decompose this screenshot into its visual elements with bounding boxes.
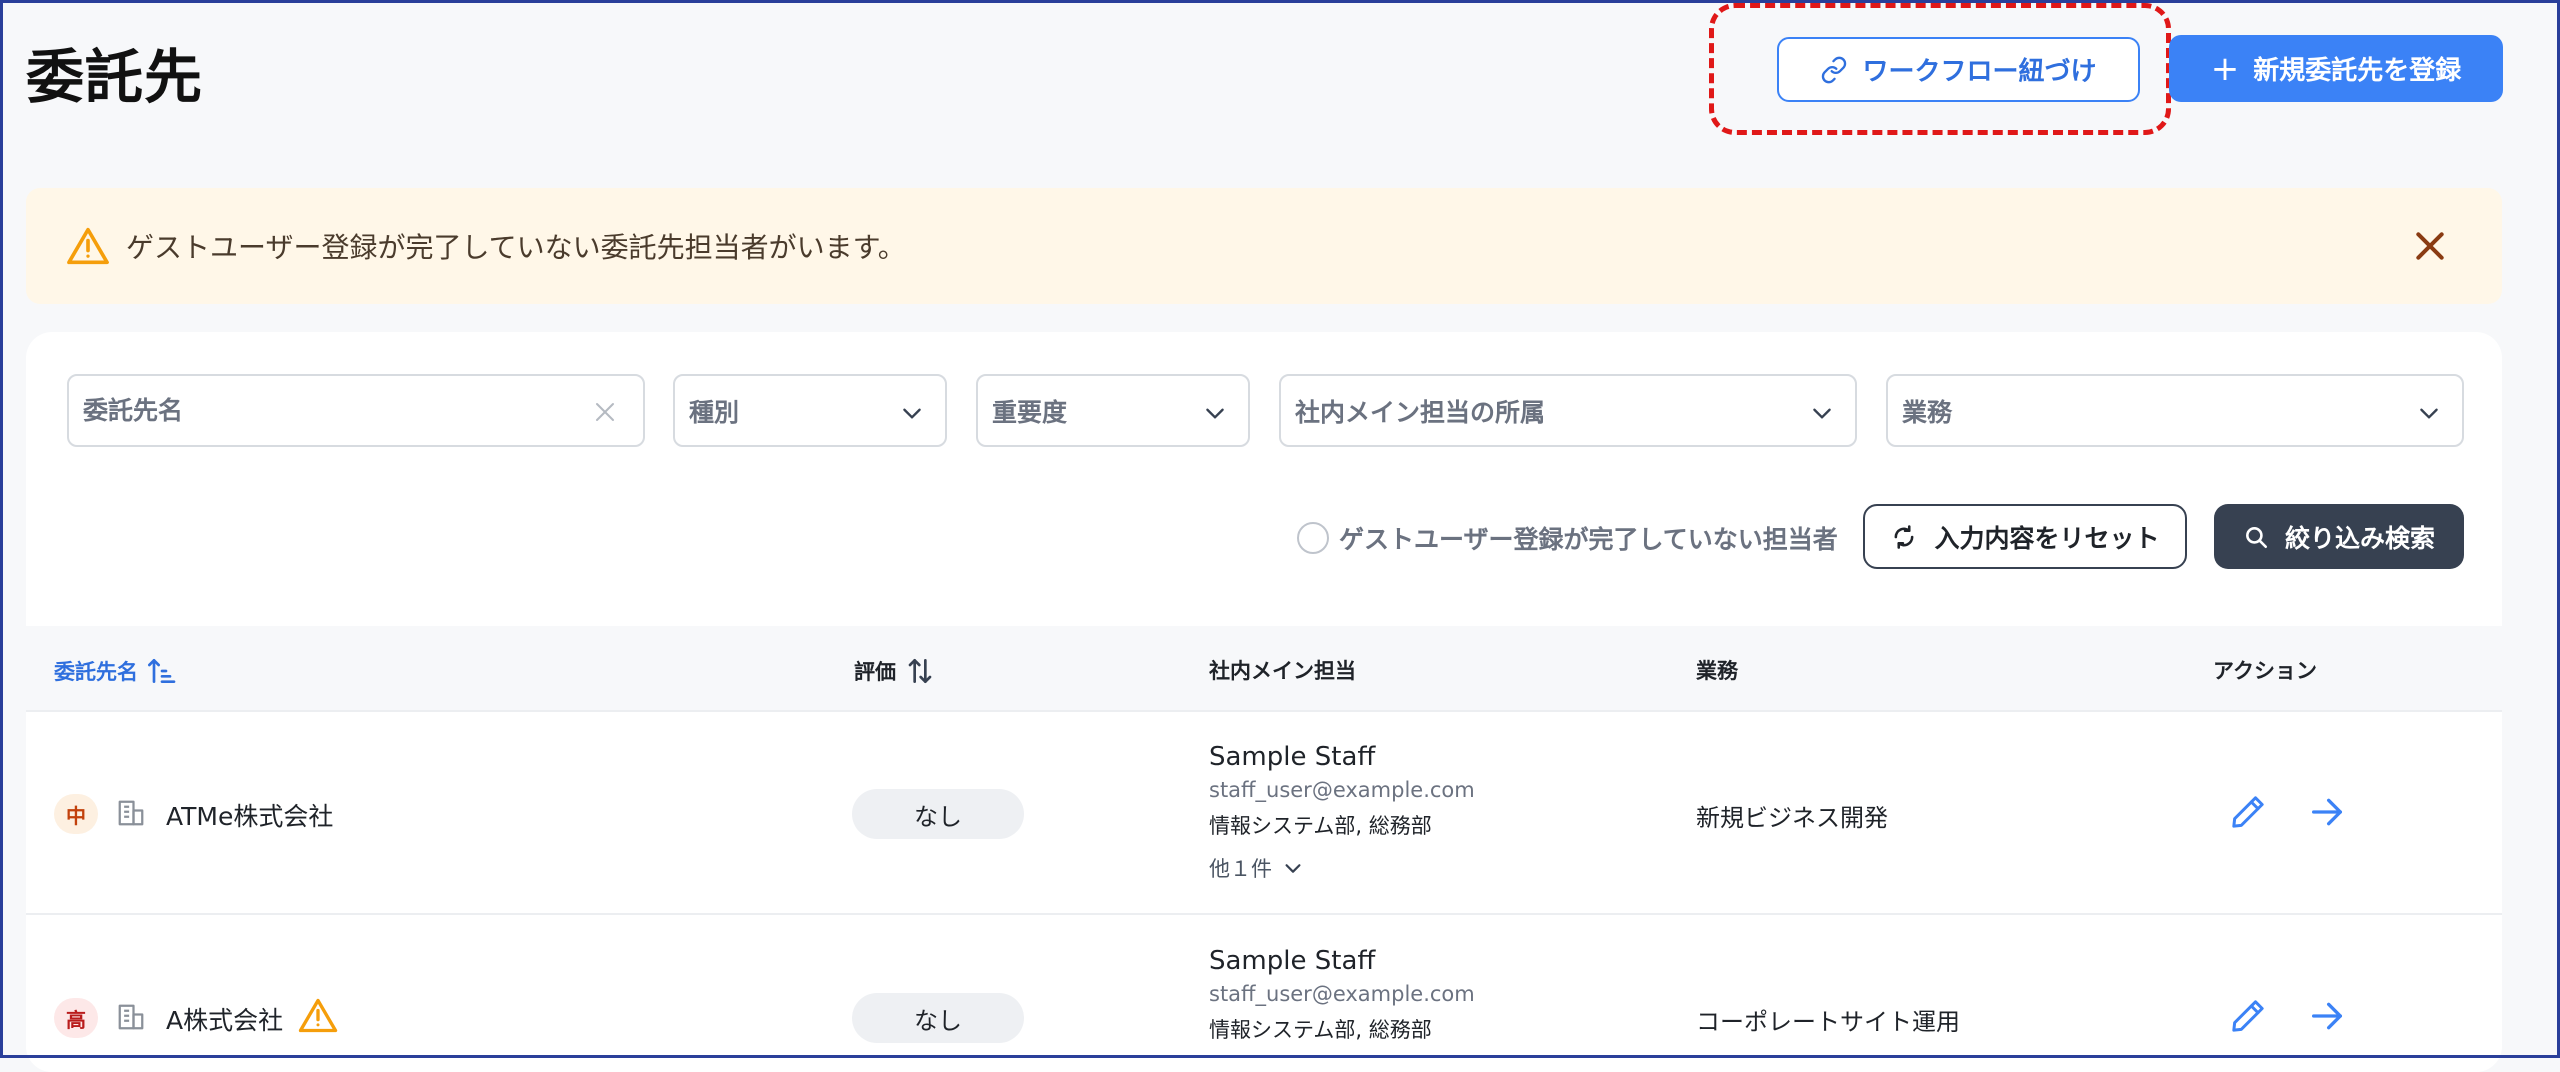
staff-more-label: 他１件 [1209,857,1272,881]
column-header-name[interactable]: 委託先名 [54,655,178,687]
staff-more-toggle[interactable]: 他１件 [1209,852,1475,884]
workflow-link-button-label: ワークフロー紐づけ [1862,57,2097,87]
search-icon [2246,526,2268,548]
vendor-name[interactable]: A株式会社 [166,1001,283,1037]
chevron-down-icon [2420,408,2438,419]
edit-icon[interactable] [2228,996,2268,1036]
filter-search-button-label: 絞り込み検索 [2284,523,2435,553]
vendor-name-filter[interactable] [67,374,645,447]
new-vendor-button-label: 新規委託先を登録 [2253,56,2462,86]
business-select-placeholder: 業務 [1902,397,1953,427]
close-icon[interactable] [2410,226,2450,266]
column-header-evaluation-label: 評価 [854,660,896,684]
edit-icon[interactable] [2228,792,2268,832]
guest-registration-alert: ゲストユーザー登録が完了していない委託先担当者がいます。 [26,188,2502,304]
checkbox-circle[interactable] [1297,522,1329,554]
staff-email: staff_user@example.com [1209,982,1475,1006]
alert-message: ゲストユーザー登録が完了していない委託先担当者がいます。 [126,231,906,264]
table-row[interactable]: 高 A株式会社 なし Sample Staff staff_user@examp… [26,917,2502,1072]
column-header-name-label: 委託先名 [54,660,138,684]
column-header-main-staff: 社内メイン担当 [1209,659,1356,683]
main-staff-cell: Sample Staff staff_user@example.com 情報シス… [1209,946,1475,1046]
main-staff-cell: Sample Staff staff_user@example.com 情報シス… [1209,742,1475,884]
arrow-right-icon[interactable] [2307,792,2347,832]
new-vendor-button[interactable]: + 新規委託先を登録 [2169,35,2503,102]
department-select-placeholder: 社内メイン担当の所属 [1295,397,1546,427]
importance-select[interactable]: 重要度 [976,374,1250,447]
column-header-action: アクション [2213,659,2317,683]
column-header-evaluation[interactable]: 評価 [854,655,936,687]
evaluation-pill: なし [852,993,1024,1043]
vendor-name[interactable]: ATMe株式会社 [166,797,333,833]
building-icon [118,1004,144,1030]
sort-ascending-icon [148,659,176,683]
department-select[interactable]: 社内メイン担当の所属 [1279,374,1857,447]
sort-icon [908,659,932,683]
chevron-down-icon [1813,408,1831,419]
refresh-icon [1895,524,1914,549]
chevron-down-icon [903,408,921,419]
staff-department: 情報システム部, 総務部 [1209,1018,1432,1042]
staff-email: staff_user@example.com [1209,778,1475,802]
guest-incomplete-checkbox[interactable]: ゲストユーザー登録が完了していない担当者 [1297,518,1838,558]
chevron-down-icon [1206,408,1224,419]
type-select[interactable]: 種別 [673,374,947,447]
warning-icon [67,227,109,265]
filter-search-button[interactable]: 絞り込み検索 [2214,504,2464,569]
guest-incomplete-checkbox-label: ゲストユーザー登録が完了していない担当者 [1339,525,1838,554]
business-select[interactable]: 業務 [1886,374,2464,447]
table-header: 委託先名 評価 社内メイン担当 業務 アクション [26,626,2502,712]
importance-badge: 中 [54,794,98,834]
workflow-link-button[interactable]: ワークフロー紐づけ [1777,37,2140,102]
reset-button[interactable]: 入力内容をリセット [1863,504,2187,569]
type-select-placeholder: 種別 [689,397,740,427]
business-cell: コーポレートサイト運用 [1696,1008,1960,1036]
reset-button-label: 入力内容をリセット [1934,523,2160,553]
warning-icon [298,998,338,1033]
arrow-right-icon[interactable] [2307,996,2347,1036]
vendor-list-card: 種別 重要度 社内メイン担当の所属 業務 ゲストユーザー登録が完了していない担当… [26,332,2502,1072]
importance-badge: 高 [54,998,98,1038]
clear-icon[interactable] [593,400,617,424]
staff-name: Sample Staff [1209,946,1376,976]
evaluation-pill: なし [852,789,1024,839]
plus-icon: + [2210,48,2240,89]
building-icon [118,800,144,826]
vendor-name-input[interactable] [83,396,629,425]
link-icon [1822,56,1847,83]
importance-select-placeholder: 重要度 [992,397,1068,427]
page-title: 委託先 [26,43,204,111]
table-row[interactable]: 中 ATMe株式会社 なし Sample Staff staff_user@ex… [26,712,2502,915]
business-cell: 新規ビジネス開発 [1696,804,1888,832]
column-header-business: 業務 [1696,659,1738,683]
chevron-down-icon [1285,864,1301,873]
staff-department: 情報システム部, 総務部 [1209,814,1432,838]
staff-name: Sample Staff [1209,742,1376,772]
